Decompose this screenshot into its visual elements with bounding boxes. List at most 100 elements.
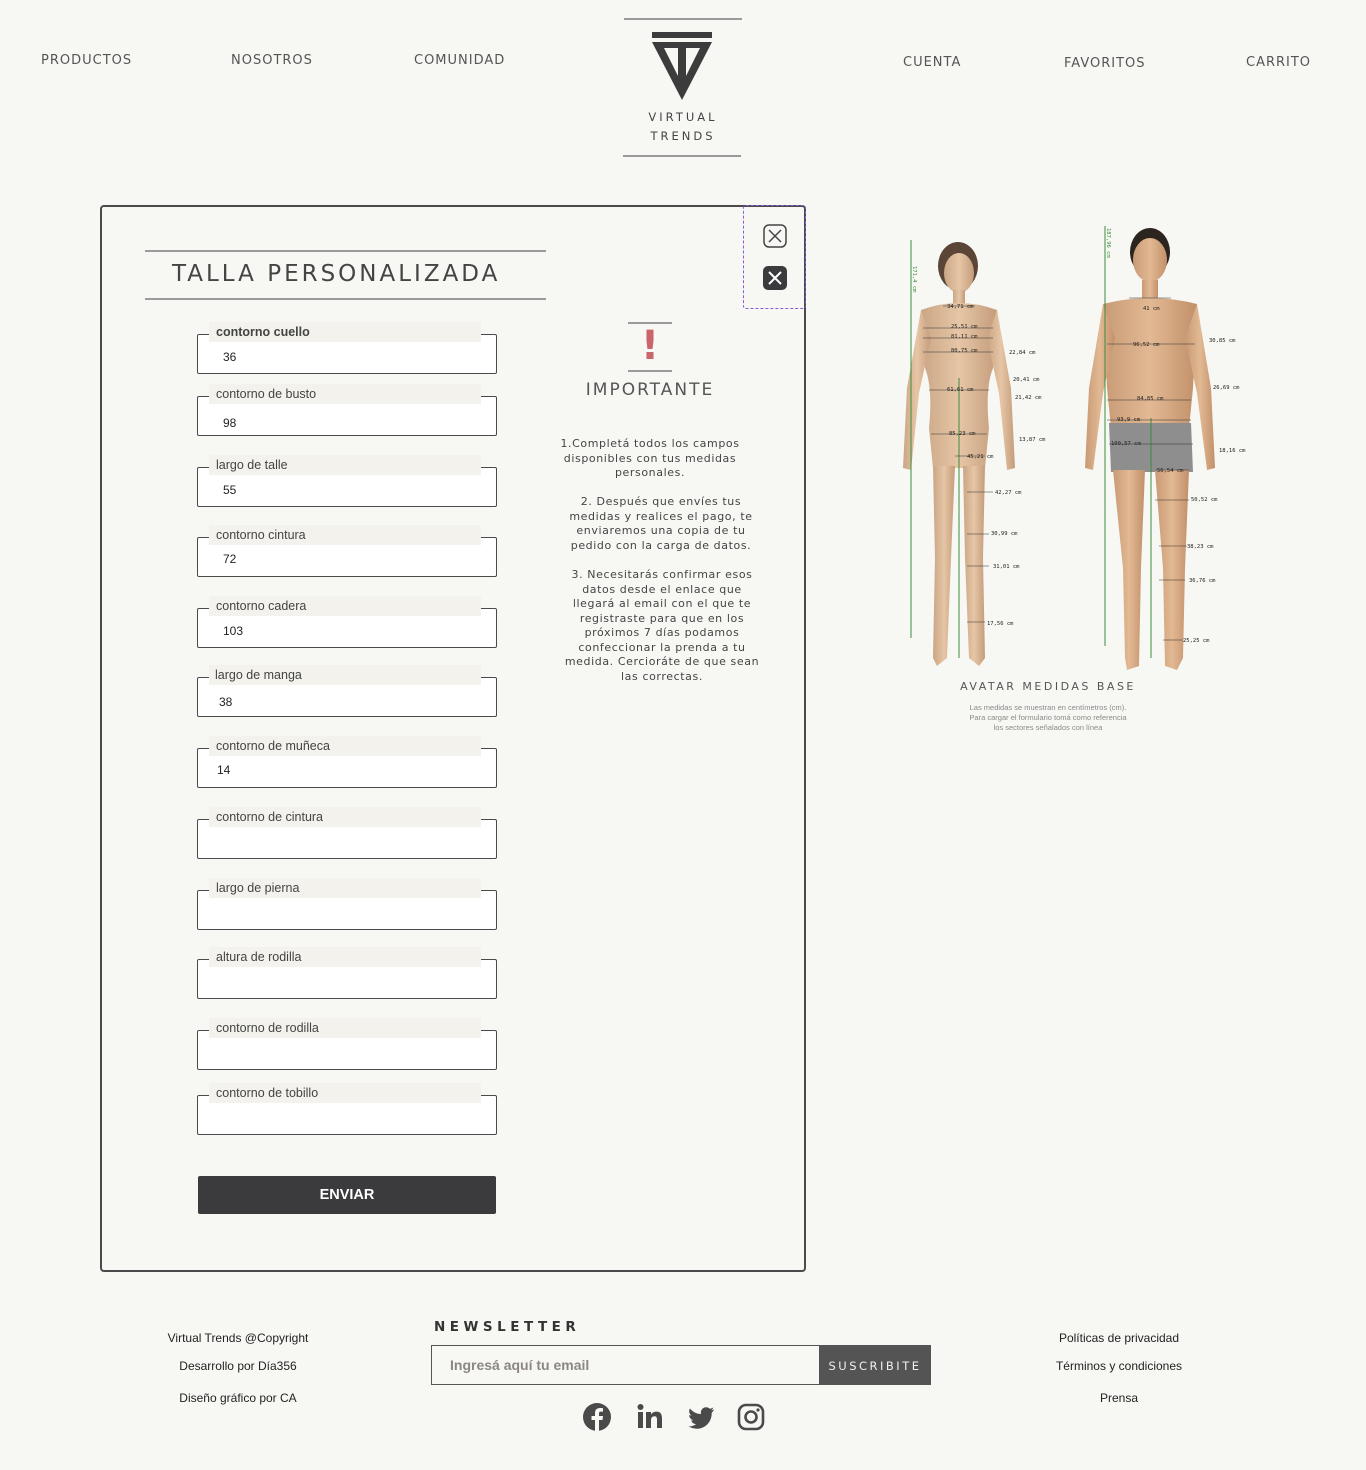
field-label: contorno de rodilla — [216, 1021, 319, 1035]
field-label: contorno de cintura — [216, 810, 324, 824]
avatar-measurements-image: 171,4 cm 34,71 cm 25,51 cm 81,11 cm 80,7… — [903, 226, 1246, 670]
avatar-label: 187,96 cm — [1105, 228, 1111, 258]
logo-text-line1: VIRTUAL — [648, 110, 718, 124]
field-label: largo de pierna — [216, 881, 300, 895]
field-contorno-busto[interactable]: contorno de busto 98 — [197, 384, 497, 436]
avatar-label: 84,85 cm — [1137, 396, 1164, 402]
field-label: contorno de busto — [216, 387, 317, 401]
avatar-note: Las medidas se muestran en centímetros (… — [940, 703, 1156, 733]
avatar-label: 38,23 cm — [1187, 544, 1214, 550]
field-label: contorno cintura — [216, 528, 306, 542]
field-largo-talle[interactable]: largo de talle 55 — [197, 455, 497, 507]
avatar-note-line: Las medidas se muestran en centímetros (… — [969, 703, 1127, 712]
field-altura-rodilla[interactable]: altura de rodilla — [197, 947, 497, 999]
footer-press-link[interactable]: Prensa — [1040, 1391, 1198, 1405]
notice-title: IMPORTANTE — [585, 380, 715, 400]
nav-comunidad[interactable]: COMUNIDAD — [414, 53, 505, 68]
avatar-label: 26,69 cm — [1213, 385, 1240, 391]
footer-copyright: Virtual Trends @Copyright — [167, 1331, 309, 1345]
field-value[interactable]: 98 — [223, 416, 236, 430]
avatar-label: 30,85 cm — [1209, 338, 1236, 344]
field-largo-pierna[interactable]: largo de pierna — [197, 878, 497, 930]
subscribe-button[interactable]: SUSCRIBITE — [819, 1345, 931, 1385]
notice-step-2: 2. Después que envíes tus medidas y real… — [569, 495, 753, 552]
footer-privacy-link[interactable]: Políticas de privacidad — [1040, 1331, 1198, 1345]
logo-divider — [623, 155, 741, 157]
field-value[interactable]: 36 — [223, 350, 236, 364]
notice-step-3: 3. Necesitarás confirmar esos datos desd… — [564, 568, 760, 683]
field-label: altura de rodilla — [216, 950, 302, 964]
close-icon[interactable] — [763, 224, 787, 248]
avatar-label: 20,41 cm — [1013, 377, 1040, 383]
field-value[interactable]: 38 — [219, 695, 232, 709]
exclamation-icon: ! — [640, 323, 660, 369]
email-placeholder: Ingresá aquí tu email — [450, 1357, 590, 1373]
notice-divider — [628, 370, 672, 372]
field-value[interactable]: 103 — [223, 624, 243, 638]
nav-favoritos[interactable]: FAVORITOS — [1064, 56, 1146, 71]
field-label: largo de manga — [215, 668, 302, 682]
avatar-label: 100,57 cm — [1111, 441, 1141, 447]
close-filled-icon[interactable] — [763, 266, 787, 290]
newsletter-title: NEWSLETTER — [434, 1319, 581, 1335]
field-label: largo de talle — [216, 458, 288, 472]
linkedin-icon[interactable] — [634, 1401, 666, 1433]
footer-developer[interactable]: Desarrollo por Día356 — [160, 1359, 316, 1373]
field-label: contorno cadera — [216, 599, 307, 613]
field-contorno-cintura[interactable]: contorno cintura 72 — [197, 525, 497, 577]
avatar-label: 42,27 cm — [995, 490, 1022, 496]
male-avatar-figure — [1085, 226, 1215, 670]
field-value[interactable]: 72 — [223, 552, 236, 566]
field-contorno-rodilla[interactable]: contorno de rodilla — [197, 1018, 497, 1070]
avatar-label: 80,75 cm — [951, 348, 978, 354]
footer-designer[interactable]: Diseño gráfico por CA — [160, 1391, 316, 1405]
avatar-label: 36,76 cm — [1189, 578, 1216, 584]
field-contorno-cuello[interactable]: contorno cuello 36 — [197, 322, 497, 374]
field-contorno-de-cintura[interactable]: contorno de cintura — [197, 807, 497, 859]
submit-button[interactable]: ENVIAR — [198, 1176, 496, 1214]
nav-carrito[interactable]: CARRITO — [1246, 55, 1311, 70]
avatar-label: 34,71 cm — [947, 304, 974, 310]
modal-title-block: TALLA PERSONALIZADA — [145, 250, 546, 300]
avatar-label: 41 cm — [1143, 306, 1160, 312]
field-contorno-cadera[interactable]: contorno cadera 103 — [197, 596, 497, 648]
twitter-icon[interactable] — [685, 1401, 717, 1433]
facebook-icon[interactable] — [581, 1401, 613, 1433]
avatar-label: 45,21 cm — [967, 454, 994, 460]
avatar-label: 93,9 cm — [1117, 417, 1141, 423]
logo-divider — [624, 18, 742, 20]
field-label: contorno de muñeca — [216, 739, 330, 753]
avatar-title: AVATAR MEDIDAS BASE — [960, 680, 1136, 693]
avatar-label: 17,56 cm — [987, 621, 1014, 627]
avatar-label: 171,4 cm — [911, 266, 917, 293]
avatar-label: 30,99 cm — [991, 531, 1018, 537]
nav-productos[interactable]: PRODUCTOS — [41, 53, 132, 68]
avatar-label: 25,51 cm — [951, 324, 978, 330]
newsletter-email-input[interactable]: Ingresá aquí tu email — [431, 1345, 821, 1385]
field-contorno-tobillo[interactable]: contorno de tobillo — [197, 1083, 497, 1135]
modal-title: TALLA PERSONALIZADA — [172, 261, 501, 287]
footer-terms-link[interactable]: Términos y condiciones — [1040, 1359, 1198, 1373]
logo-text-line2: TRENDS — [650, 129, 716, 143]
avatar-note-line: los sectores señalados con línea — [993, 723, 1103, 732]
avatar-label: 85,23 cm — [949, 431, 976, 437]
field-contorno-muneca[interactable]: contorno de muñeca 14 — [197, 736, 497, 788]
field-largo-manga[interactable]: largo de manga 38 — [197, 665, 497, 717]
brand-logo[interactable]: VIRTUAL TRENDS — [623, 18, 743, 158]
nav-nosotros[interactable]: NOSOTROS — [231, 53, 313, 68]
field-value[interactable]: 55 — [223, 483, 236, 497]
field-value[interactable]: 14 — [217, 763, 230, 777]
avatar-label: 18,16 cm — [1219, 448, 1246, 454]
avatar-label: 81,11 cm — [951, 334, 978, 340]
field-label: contorno cuello — [216, 325, 310, 339]
avatar-label: 50,52 cm — [1191, 497, 1218, 503]
avatar-label: 61,61 cm — [947, 387, 974, 393]
nav-cuenta[interactable]: CUENTA — [903, 55, 961, 70]
avatar-label: 96,52 cm — [1133, 342, 1160, 348]
avatar-label: 31,01 cm — [993, 564, 1020, 570]
instagram-icon[interactable] — [735, 1401, 767, 1433]
avatar-label: 25,25 cm — [1183, 638, 1210, 644]
avatar-label: 22,84 cm — [1009, 350, 1036, 356]
avatar-note-line: Para cargar el formulario tomá como refe… — [969, 713, 1127, 722]
field-label: contorno de tobillo — [216, 1086, 319, 1100]
